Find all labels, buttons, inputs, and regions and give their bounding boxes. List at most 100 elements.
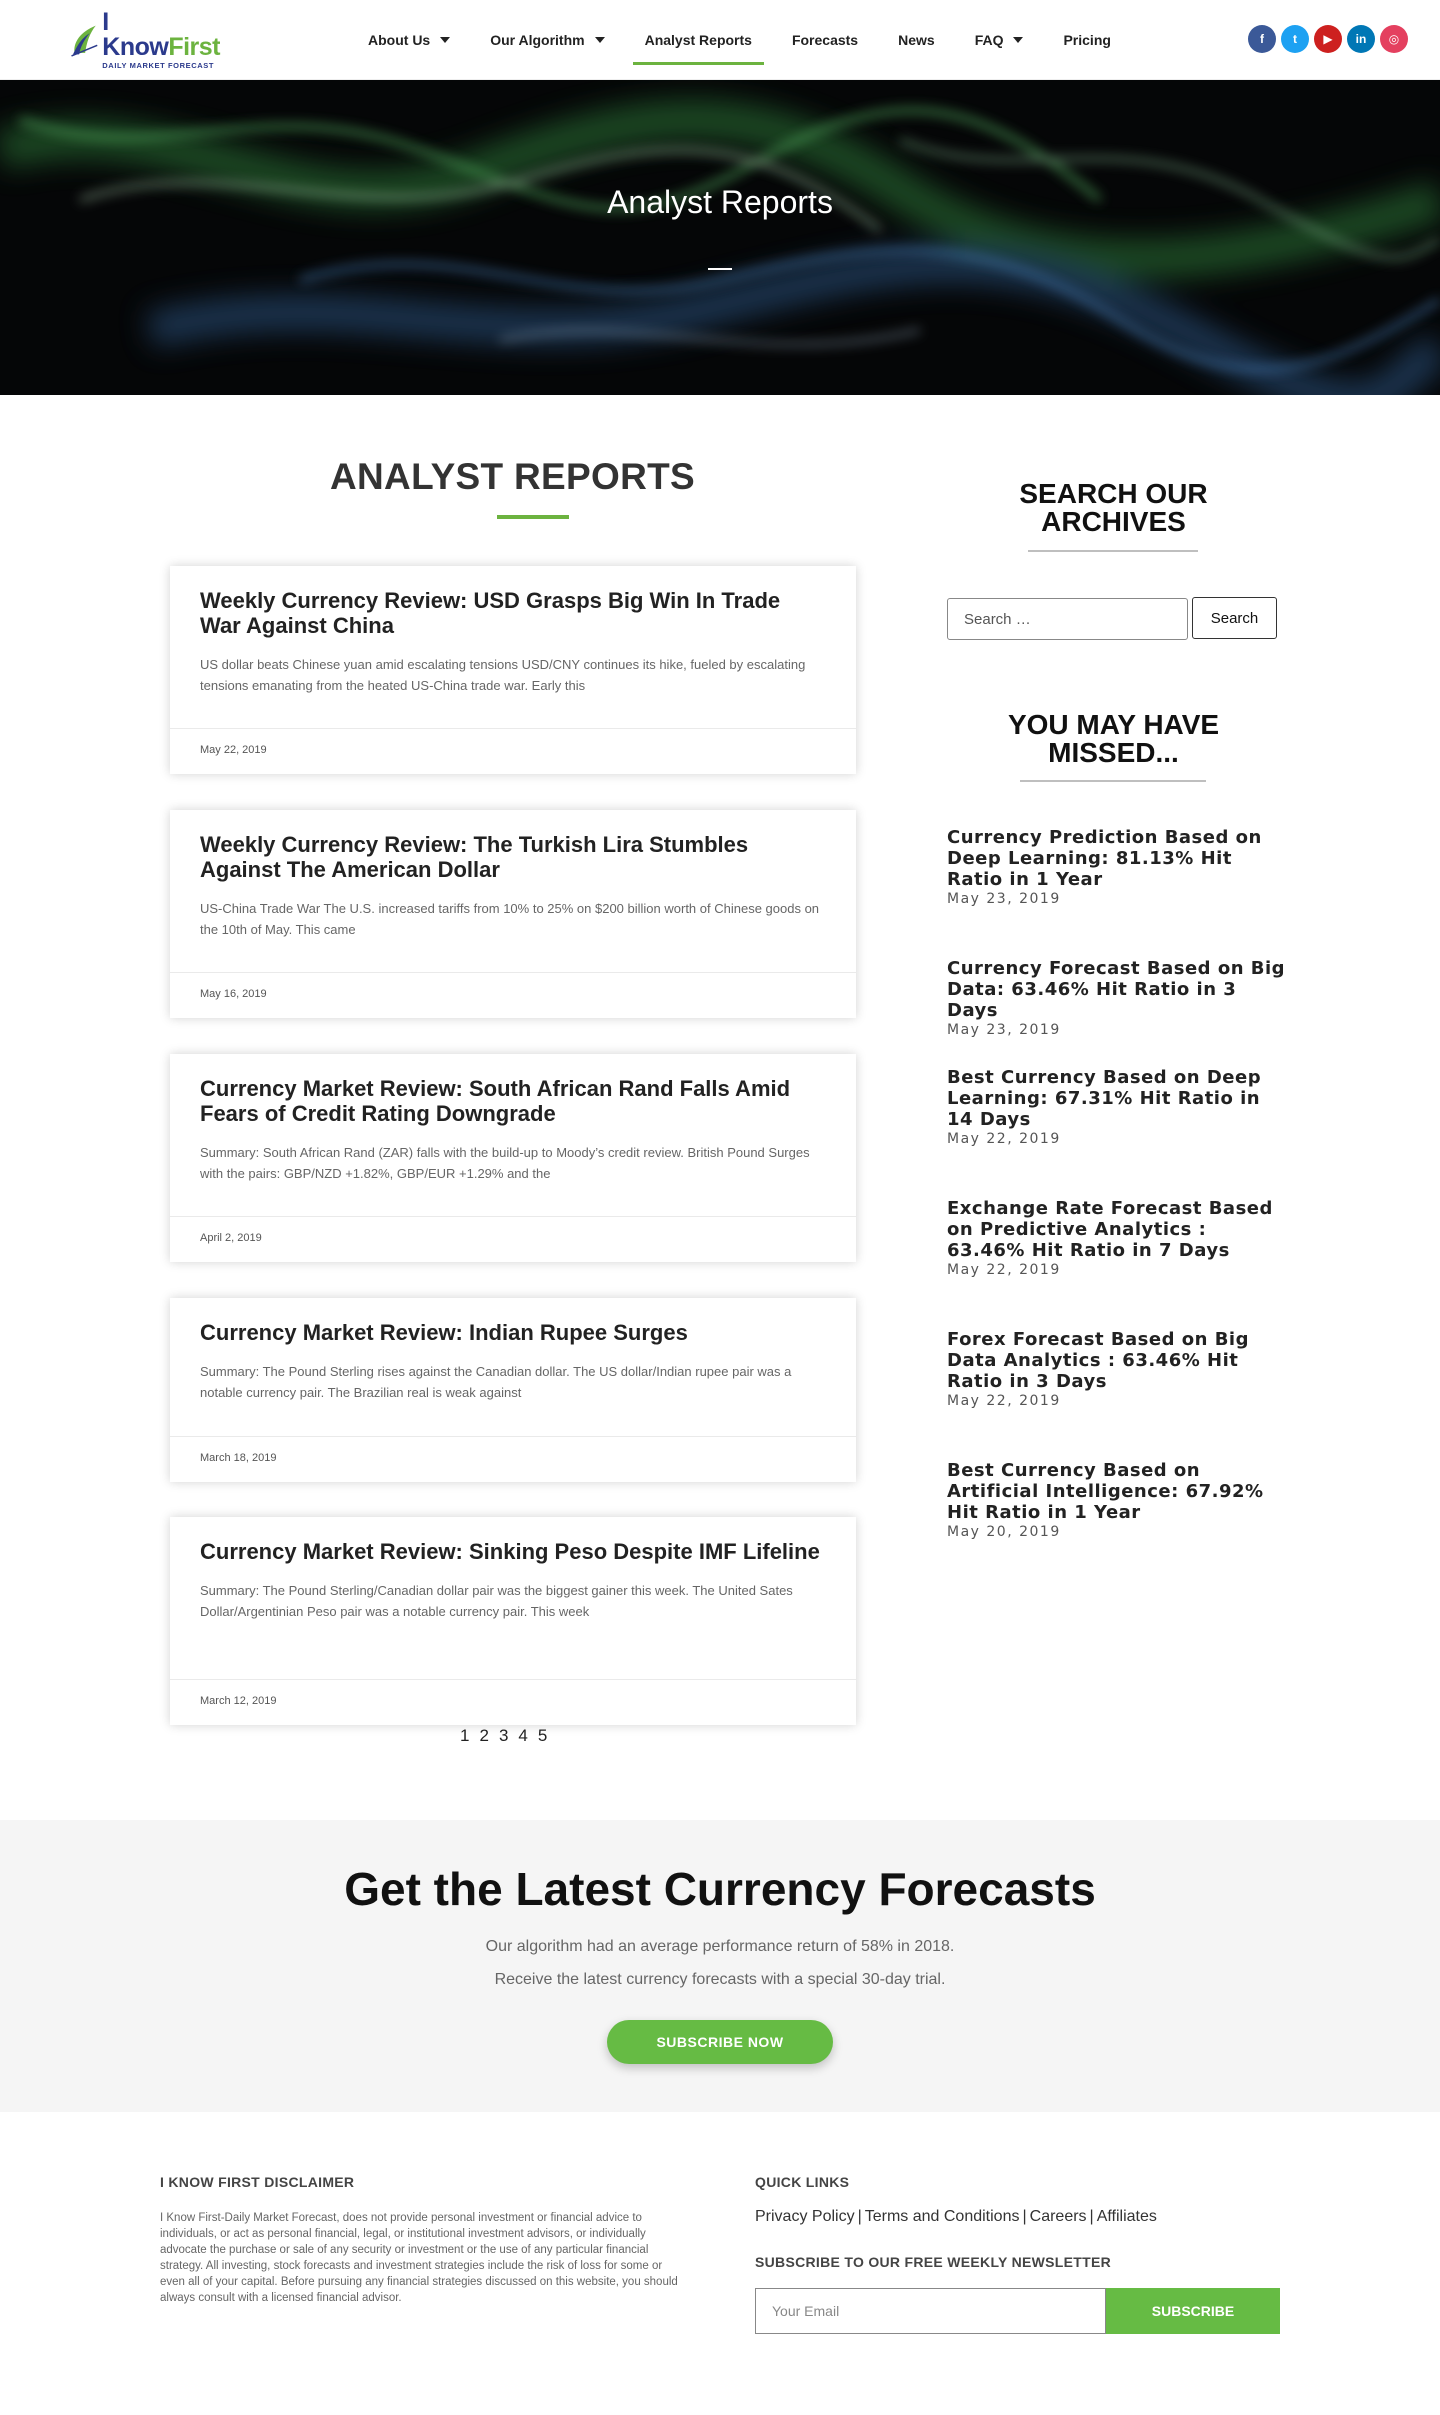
nav-analyst-reports[interactable]: Analyst Reports <box>625 0 772 80</box>
logo-name-b: First <box>168 33 221 62</box>
logo-leaf-icon <box>71 25 98 57</box>
hero-banner: Analyst Reports <box>0 80 1440 395</box>
chevron-down-icon <box>594 37 605 43</box>
page-number-link[interactable]: 2 <box>479 1726 488 1746</box>
footer-quick-link[interactable]: Privacy Policy <box>755 2208 855 2225</box>
link-separator: | <box>857 2208 862 2225</box>
post-card: Currency Market Review: South African Ra… <box>170 1054 856 1262</box>
linkedin-icon[interactable]: in <box>1347 25 1375 53</box>
post-excerpt: US dollar beats Chinese yuan amid escala… <box>200 657 806 693</box>
missed-post-item: Best Currency Based on Deep Learning: 67… <box>947 1067 1287 1148</box>
nav-about-us[interactable]: About Us <box>348 0 470 80</box>
missed-post-title-link[interactable]: Best Currency Based on Artificial Intell… <box>947 1460 1287 1523</box>
site-logo[interactable]: I KnowFirst DAILY MARKET FORECAST <box>70 10 221 69</box>
logo-name-a: I Know <box>102 8 169 62</box>
missed-post-item: Best Currency Based on Artificial Intell… <box>947 1460 1287 1541</box>
link-separator: | <box>1089 2208 1094 2225</box>
title-underline <box>497 515 569 519</box>
footer-quick-link[interactable]: Terms and Conditions <box>865 2208 1020 2225</box>
post-title-link[interactable]: Weekly Currency Review: USD Grasps Big W… <box>200 588 826 638</box>
post-card: Currency Market Review: Sinking Peso Des… <box>170 1517 856 1725</box>
main-nav: About Us Our Algorithm Analyst Reports F… <box>348 0 1131 80</box>
post-excerpt: Summary: The Pound Sterling/Canadian dol… <box>200 1583 793 1619</box>
missed-post-date: May 23, 2019 <box>947 1022 1061 1038</box>
post-date: May 16, 2019 <box>170 972 856 1018</box>
post-title-link[interactable]: Currency Market Review: Sinking Peso Des… <box>200 1539 826 1564</box>
missed-post-item: Currency Forecast Based on Big Data: 63.… <box>947 958 1287 1039</box>
missed-post-item: Forex Forecast Based on Big Data Analyti… <box>947 1329 1287 1410</box>
missed-post-title-link[interactable]: Forex Forecast Based on Big Data Analyti… <box>947 1329 1287 1392</box>
page-number-link[interactable]: 1 <box>460 1726 469 1746</box>
missed-post-title-link[interactable]: Best Currency Based on Deep Learning: 67… <box>947 1067 1287 1130</box>
nav-forecasts[interactable]: Forecasts <box>772 0 878 80</box>
missed-post-item: Exchange Rate Forecast Based on Predicti… <box>947 1198 1287 1279</box>
link-separator: | <box>1022 2208 1027 2225</box>
site-header: I KnowFirst DAILY MARKET FORECAST About … <box>0 0 1440 80</box>
missed-post-date: May 23, 2019 <box>947 891 1061 907</box>
newsletter-email-field[interactable] <box>755 2288 1106 2334</box>
missed-post-item: Currency Prediction Based on Deep Learni… <box>947 827 1287 908</box>
post-date: March 12, 2019 <box>170 1679 856 1725</box>
missed-heading-line-2: MISSED... <box>1048 737 1179 768</box>
search-button[interactable]: Search <box>1192 597 1277 639</box>
quick-links: Privacy Policy | Terms and Conditions | Care… <box>755 2208 1157 2226</box>
post-card: Weekly Currency Review: The Turkish Lira… <box>170 810 856 1018</box>
post-date: April 2, 2019 <box>170 1216 856 1262</box>
footer-quick-link[interactable]: Affiliates <box>1097 2208 1157 2225</box>
nav-news[interactable]: News <box>878 0 955 80</box>
post-date: March 18, 2019 <box>170 1436 856 1482</box>
newsletter-heading: SUBSCRIBE TO OUR FREE WEEKLY NEWSLETTER <box>755 2254 1112 2270</box>
newsletter-subscribe-button[interactable]: SUBSCRIBE <box>1106 2288 1280 2334</box>
social-links: f t ▶ in ◎ <box>1248 25 1408 53</box>
youtube-icon[interactable]: ▶ <box>1314 25 1342 53</box>
subscribe-now-button[interactable]: SUBSCRIBE NOW <box>607 2020 833 2064</box>
missed-post-title-link[interactable]: Exchange Rate Forecast Based on Predicti… <box>947 1198 1287 1261</box>
search-heading-rule <box>1028 550 1198 552</box>
page-number-link[interactable]: 4 <box>518 1726 527 1746</box>
hero-divider <box>708 268 732 270</box>
cta-line-2: Receive the latest currency forecasts wi… <box>494 1971 946 1988</box>
post-excerpt: Summary: South African Rand (ZAR) falls … <box>200 1145 810 1181</box>
disclaimer-heading: I KNOW FIRST DISCLAIMER <box>160 2174 355 2190</box>
post-title-link[interactable]: Currency Market Review: South African Ra… <box>200 1076 826 1126</box>
facebook-icon[interactable]: f <box>1248 25 1276 53</box>
twitter-icon[interactable]: t <box>1281 25 1309 53</box>
nav-pricing[interactable]: Pricing <box>1043 0 1130 80</box>
cta-title: Get the Latest Currency Forecasts <box>344 1863 1096 1915</box>
footer-quick-link[interactable]: Careers <box>1030 2208 1087 2225</box>
hero-title: Analyst Reports <box>607 184 833 220</box>
missed-post-title-link[interactable]: Currency Prediction Based on Deep Learni… <box>947 827 1287 890</box>
nav-our-algorithm[interactable]: Our Algorithm <box>470 0 624 80</box>
post-title-link[interactable]: Weekly Currency Review: The Turkish Lira… <box>200 832 826 882</box>
post-excerpt: US-China Trade War The U.S. increased ta… <box>200 901 820 937</box>
post-excerpt: Summary: The Pound Sterling rises agains… <box>200 1364 792 1400</box>
instagram-icon[interactable]: ◎ <box>1380 25 1408 53</box>
chevron-down-icon <box>440 37 451 43</box>
post-card: Currency Market Review: Indian Rupee Sur… <box>170 1298 856 1482</box>
search-heading-line-2: ARCHIVES <box>1041 506 1186 537</box>
quick-links-heading: QUICK LINKS <box>755 2174 850 2190</box>
pagination: 12345 <box>460 1726 547 1746</box>
nav-faq[interactable]: FAQ <box>955 0 1044 80</box>
missed-heading-rule <box>1020 780 1206 782</box>
logo-tagline: DAILY MARKET FORECAST <box>102 61 215 71</box>
search-input[interactable] <box>947 598 1188 640</box>
post-title-link[interactable]: Currency Market Review: Indian Rupee Sur… <box>200 1320 826 1345</box>
cta-line-1: Our algorithm had an average performance… <box>485 1938 955 1955</box>
missed-post-date: May 20, 2019 <box>947 1524 1061 1540</box>
page-number-link[interactable]: 3 <box>499 1726 508 1746</box>
missed-heading-line-1: YOU MAY HAVE <box>1007 709 1220 740</box>
subscribe-cta-section: Get the Latest Currency Forecasts Our al… <box>0 1820 1440 2112</box>
post-card: Weekly Currency Review: USD Grasps Big W… <box>170 566 856 774</box>
missed-post-date: May 22, 2019 <box>947 1262 1061 1278</box>
post-date: May 22, 2019 <box>170 728 856 774</box>
missed-post-date: May 22, 2019 <box>947 1131 1061 1147</box>
page-title: ANALYST REPORTS <box>330 456 695 497</box>
you-may-have-missed-heading: YOU MAY HAVE MISSED... <box>947 711 1280 767</box>
search-archives-heading: SEARCH OUR ARCHIVES <box>947 480 1280 536</box>
missed-post-title-link[interactable]: Currency Forecast Based on Big Data: 63.… <box>947 958 1287 1021</box>
chevron-down-icon <box>1013 37 1024 43</box>
page-number-link[interactable]: 5 <box>538 1726 547 1746</box>
disclaimer-text: I Know First-Daily Market Forecast, does… <box>160 2212 678 2304</box>
search-heading-line-1: SEARCH OUR <box>1019 478 1208 509</box>
